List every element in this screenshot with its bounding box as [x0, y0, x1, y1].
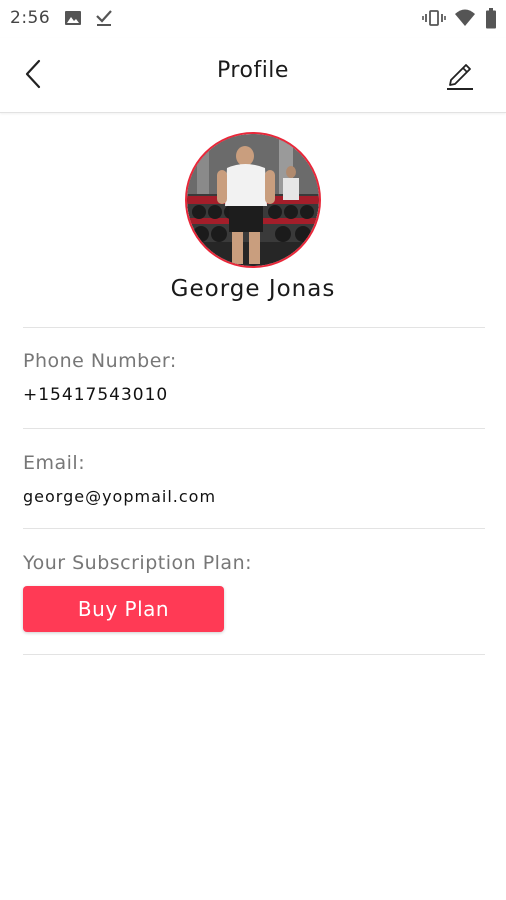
profile-name: George Jonas: [170, 276, 336, 302]
page-title: Profile: [217, 58, 289, 83]
divider: [23, 428, 485, 429]
pencil-icon: [442, 64, 478, 96]
email-label: Email:: [23, 452, 86, 474]
avatar[interactable]: [185, 132, 321, 268]
profile-screen: 2:56 Profile George Jonas Phone Number: …: [0, 0, 506, 900]
battery-icon: [485, 8, 497, 34]
status-bar: 2:56: [0, 0, 506, 38]
subscription-label: Your Subscription Plan:: [23, 552, 253, 574]
download-done-icon: [94, 8, 114, 32]
edit-profile-button[interactable]: [442, 56, 478, 92]
wifi-icon: [454, 8, 476, 32]
divider: [23, 654, 485, 655]
status-time: 2:56: [10, 8, 51, 28]
phone-label: Phone Number:: [23, 350, 177, 372]
image-icon: [63, 8, 83, 32]
buy-plan-button[interactable]: Buy Plan: [23, 586, 224, 632]
divider: [23, 327, 485, 328]
app-bar: Profile: [0, 38, 506, 113]
avatar-photo: [187, 134, 319, 266]
divider: [23, 528, 485, 529]
phone-value: +15417543010: [23, 385, 169, 405]
email-value: george@yopmail.com: [23, 487, 217, 506]
vibrate-icon: [422, 8, 446, 32]
